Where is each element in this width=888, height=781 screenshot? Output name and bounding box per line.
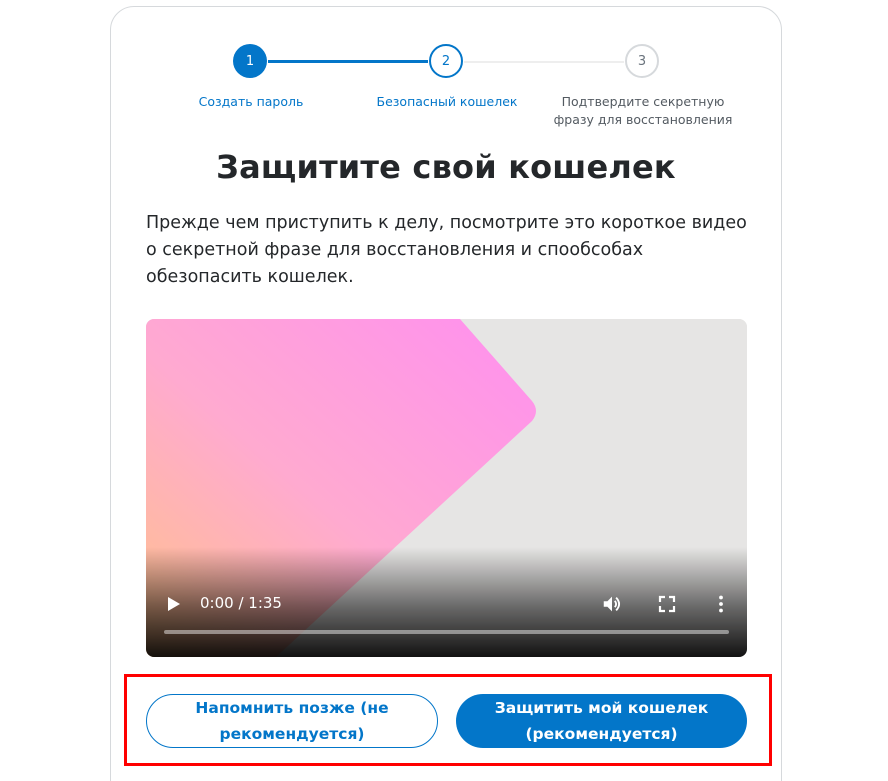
step-3-label: Подтвердите секретную фразу для восстано… — [553, 94, 733, 127]
page-description: Прежде чем приступить к делу, посмотрите… — [146, 213, 747, 287]
step-1-label: Создать пароль — [198, 94, 304, 109]
step-2-label: Безопасный кошелек — [376, 94, 518, 109]
volume-icon[interactable] — [601, 593, 623, 615]
step-3-number: 3 — [637, 53, 647, 69]
page-title: Защитите свой кошелек — [216, 148, 676, 186]
step-1-number: 1 — [245, 53, 255, 69]
step-3-indicator: 3 — [625, 44, 659, 78]
secure-wallet-label: Защитить мой кошелек (рекомендуется) — [494, 699, 709, 743]
secure-wallet-button[interactable]: Защитить мой кошелек (рекомендуется) — [456, 694, 747, 748]
step-1-indicator: 1 — [233, 44, 267, 78]
onboarding-page: 1 2 3 Создать пароль Безопасный кошелек … — [0, 0, 888, 781]
video-progress-bar[interactable] — [164, 630, 729, 634]
video-time: 0:00 / 1:35 — [200, 594, 282, 612]
fullscreen-icon[interactable] — [657, 594, 677, 614]
stepper-line-upcoming — [464, 61, 624, 63]
more-options-icon[interactable] — [711, 594, 731, 614]
video-player[interactable]: 0:00 / 1:35 — [146, 319, 747, 657]
stepper-line-completed — [268, 60, 428, 63]
remind-later-button[interactable]: Напомнить позже (не рекомендуется) — [146, 694, 438, 748]
play-icon[interactable] — [166, 595, 182, 613]
step-2-indicator: 2 — [429, 44, 463, 78]
remind-later-label: Напомнить позже (не рекомендуется) — [195, 699, 389, 743]
step-2-number: 2 — [441, 53, 451, 69]
